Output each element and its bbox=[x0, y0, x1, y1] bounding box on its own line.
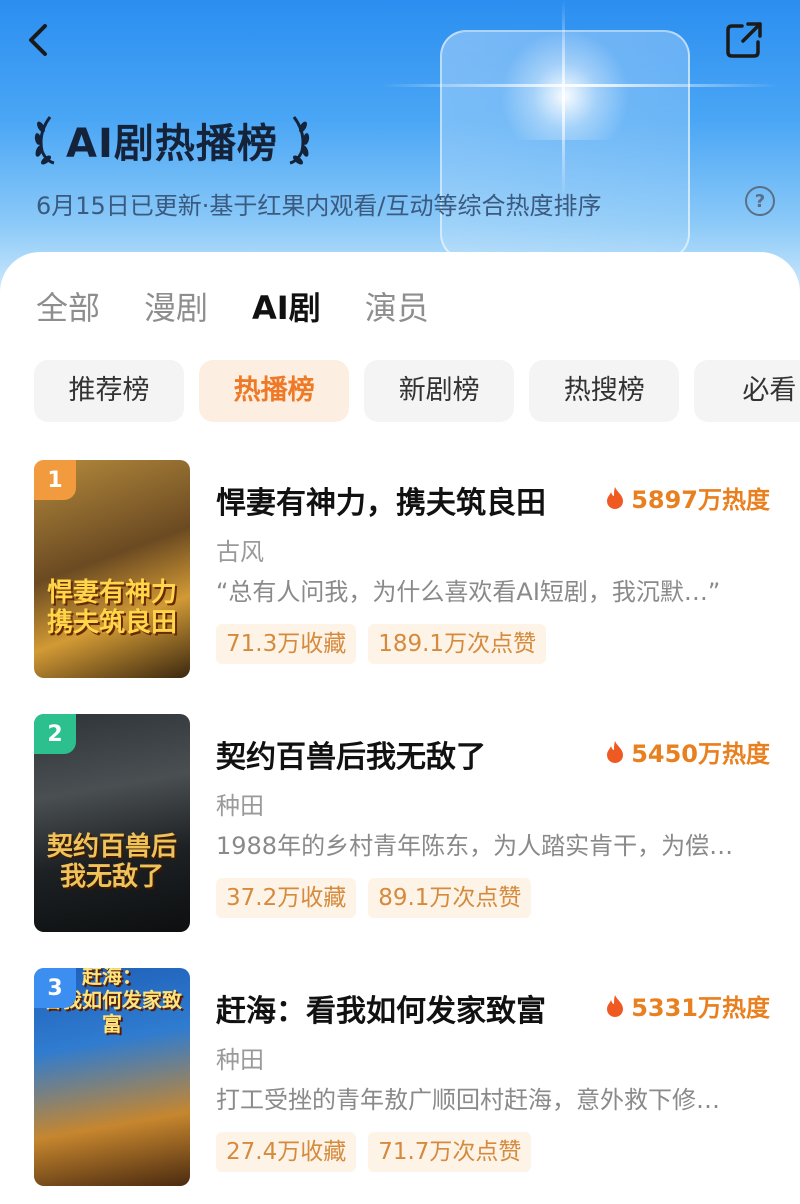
drama-title[interactable]: 悍妻有神力，携夫筑良田 bbox=[216, 478, 546, 522]
list-item[interactable]: 契约百兽后 我无敌了 2 契约百兽后我无敌了 5450万热度 种田 1988年的… bbox=[34, 714, 800, 934]
favorites-tag: 27.4万收藏 bbox=[216, 1132, 357, 1172]
tab-all[interactable]: 全部 bbox=[36, 286, 100, 330]
favorites-tag: 71.3万收藏 bbox=[216, 624, 357, 664]
genre-label: 种田 bbox=[216, 1046, 264, 1074]
rank-badge: 2 bbox=[34, 714, 76, 754]
stats-tags: 37.2万收藏 89.1万次点赞 bbox=[216, 878, 543, 918]
subtab-new-drama[interactable]: 新剧榜 bbox=[364, 360, 515, 422]
drama-title[interactable]: 赶海：看我如何发家致富 bbox=[216, 986, 546, 1030]
likes-tag: 71.7万次点赞 bbox=[368, 1132, 532, 1172]
heat-value: 5331万热度 bbox=[631, 994, 770, 1022]
likes-tag: 189.1万次点赞 bbox=[368, 624, 547, 664]
header-ray bbox=[562, 0, 565, 200]
main-tabs: 全部 漫剧 AI剧 演员 bbox=[36, 286, 473, 330]
sub-tabs: 推荐榜 热播榜 新剧榜 热搜榜 必看 bbox=[34, 360, 800, 424]
share-icon bbox=[726, 22, 762, 58]
subtab-must-watch[interactable]: 必看 bbox=[694, 360, 800, 422]
flame-icon bbox=[607, 994, 624, 1017]
back-button[interactable] bbox=[20, 20, 60, 60]
tab-actors[interactable]: 演员 bbox=[365, 286, 429, 330]
genre-label: 古风 bbox=[216, 538, 264, 566]
flame-icon bbox=[607, 740, 624, 763]
update-subtitle: 6月15日已更新·基于红果内观看/互动等综合热度排序 bbox=[36, 192, 602, 220]
list-item[interactable]: 悍妻有神力 携夫筑良田 1 悍妻有神力，携夫筑良田 5897万热度 古风 “总有… bbox=[34, 460, 800, 680]
stats-tags: 71.3万收藏 189.1万次点赞 bbox=[216, 624, 558, 664]
rank-badge: 3 bbox=[34, 968, 76, 1008]
heat-value: 5897万热度 bbox=[631, 486, 770, 514]
subtab-hot-play[interactable]: 热播榜 bbox=[199, 360, 350, 422]
cover-title: 契约百兽后 我无敌了 bbox=[46, 832, 177, 892]
chevron-left-icon bbox=[29, 24, 47, 56]
page-title: AI剧热播榜 bbox=[66, 121, 278, 167]
laurel-right-icon bbox=[289, 116, 309, 165]
drama-title[interactable]: 契约百兽后我无敌了 bbox=[216, 732, 486, 776]
favorites-tag: 37.2万收藏 bbox=[216, 878, 357, 918]
rank-badge: 1 bbox=[34, 460, 76, 500]
drama-description: 打工受挫的青年敖广顺回村赶海，意外救下修… bbox=[216, 1086, 720, 1114]
drama-description: 1988年的乡村青年陈东，为人踏实肯干，为偿… bbox=[216, 832, 734, 860]
header-ray bbox=[380, 84, 780, 87]
help-icon[interactable]: ? bbox=[745, 186, 775, 216]
stats-tags: 27.4万收藏 71.7万次点赞 bbox=[216, 1132, 543, 1172]
heat-value: 5450万热度 bbox=[631, 740, 770, 768]
heat-score: 5450万热度 bbox=[605, 734, 770, 769]
flame-icon bbox=[607, 486, 624, 509]
tab-comic-drama[interactable]: 漫剧 bbox=[144, 286, 208, 330]
subtab-recommend[interactable]: 推荐榜 bbox=[34, 360, 184, 422]
laurel-left-icon bbox=[34, 116, 55, 165]
heat-score: 5331万热度 bbox=[605, 988, 770, 1023]
subtab-hot-search[interactable]: 热搜榜 bbox=[529, 360, 680, 422]
list-item[interactable]: 赶海： 看我如何发家致富 3 赶海：看我如何发家致富 5331万热度 种田 打工… bbox=[34, 968, 800, 1188]
drama-description: “总有人问我，为什么喜欢看AI短剧，我沉默…” bbox=[216, 578, 721, 606]
share-button[interactable] bbox=[722, 18, 766, 62]
genre-label: 种田 bbox=[216, 792, 264, 820]
heat-score: 5897万热度 bbox=[605, 480, 770, 515]
tab-ai-drama[interactable]: AI剧 bbox=[252, 286, 321, 330]
likes-tag: 89.1万次点赞 bbox=[368, 878, 532, 918]
title-row: AI剧热播榜 bbox=[32, 108, 312, 172]
cover-title: 悍妻有神力 携夫筑良田 bbox=[46, 578, 177, 638]
